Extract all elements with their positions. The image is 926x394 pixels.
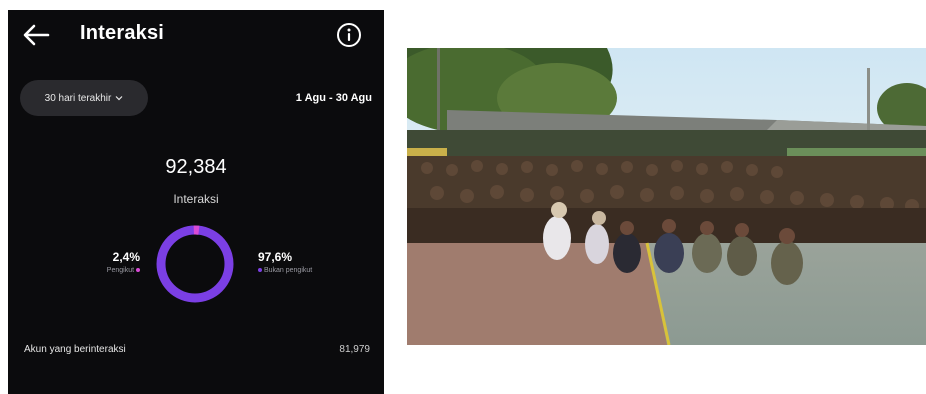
accounts-engaged-row[interactable]: Akun yang berinteraksi 81,979 — [8, 340, 384, 364]
total-interactions-value: 92,384 — [165, 156, 227, 178]
interactions-donut-chart — [156, 225, 234, 303]
non-followers-legend-dot — [258, 268, 262, 273]
followers-percent: 2,4% — [112, 250, 140, 264]
accounts-engaged-value: 81,979 — [339, 344, 370, 355]
date-range-text: 1 Agu - 30 Agu — [295, 92, 372, 104]
arrow-left-icon[interactable] — [22, 23, 50, 47]
followers-legend-dot — [136, 268, 140, 273]
insights-screen: Interaksi 30 hari terakhir 1 Agu - 30 Ag… — [8, 10, 384, 394]
group-photo — [407, 48, 926, 345]
followers-legend: Pengikut — [80, 267, 140, 274]
top-bar: Interaksi — [8, 10, 384, 66]
non-followers-stat: 97,6% Bukan pengikut — [258, 250, 368, 274]
total-interactions-label: Interaksi — [173, 192, 219, 206]
accounts-engaged-label: Akun yang berinteraksi — [24, 344, 126, 355]
date-range-dropdown-label: 30 hari terakhir — [44, 92, 112, 104]
date-range-dropdown[interactable]: 30 hari terakhir — [20, 80, 148, 116]
donut-segment-non-followers — [156, 225, 234, 303]
page-title: Interaksi — [80, 22, 165, 44]
non-followers-legend-label: Bukan pengikut — [263, 267, 313, 274]
non-followers-percent: 97,6% — [258, 250, 293, 264]
followers-stat: 2,4% Pengikut — [80, 250, 140, 274]
chevron-down-icon — [115, 96, 123, 101]
non-followers-legend: Bukan pengikut — [258, 267, 368, 274]
info-circle-icon[interactable] — [336, 22, 362, 48]
followers-legend-label: Pengikut — [106, 267, 135, 274]
page: Interaksi 30 hari terakhir 1 Agu - 30 Ag… — [0, 0, 926, 394]
